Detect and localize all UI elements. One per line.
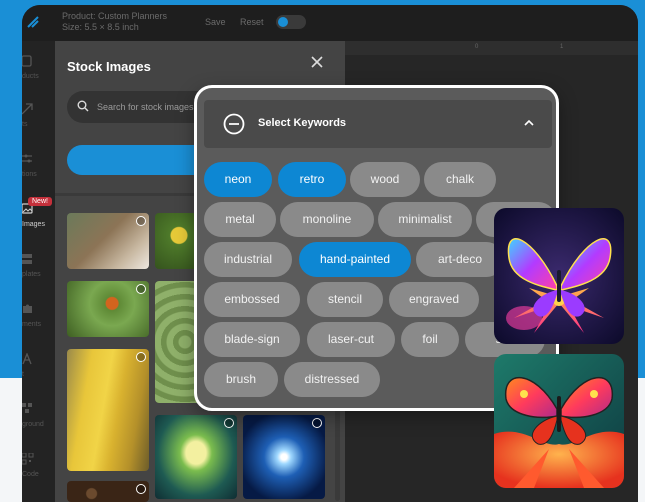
image-thumbnail-coffee-beans[interactable]	[67, 481, 149, 502]
keyword-chip-engraved[interactable]: engraved	[389, 282, 479, 317]
sidebar-item-label: t	[22, 371, 24, 378]
top-bar: Product: Custom Planners Size: 5.5 × 8.5…	[22, 5, 638, 41]
ruler: 0 1	[345, 41, 638, 55]
sidebar-item-label: ducts	[22, 73, 39, 80]
keyword-chip-minimalist[interactable]: minimalist	[378, 202, 472, 237]
sidebar-item-text[interactable]: ts	[22, 103, 55, 143]
save-button[interactable]: Save	[205, 17, 226, 27]
minus-circle-icon[interactable]	[223, 113, 245, 135]
pattern-icon	[22, 403, 32, 413]
keyword-chip-brush[interactable]: brush	[204, 362, 278, 397]
reset-button[interactable]: Reset	[240, 17, 264, 27]
sidebar-item-background[interactable]: ground	[22, 403, 55, 443]
image-thumbnail-squirrel[interactable]	[67, 213, 149, 269]
keyword-chip-embossed[interactable]: embossed	[204, 282, 300, 317]
sidebar-item-label: ments	[22, 321, 42, 328]
qr-code-icon	[22, 453, 34, 465]
letter-a-icon	[22, 353, 32, 365]
sidebar-item-images[interactable]: New! Images	[22, 197, 55, 243]
keyword-chip-distressed[interactable]: distressed	[284, 362, 380, 397]
keyword-chip-industrial[interactable]: industrial	[204, 242, 292, 277]
new-badge: New!	[28, 197, 52, 206]
sidebar-item-label: ground	[22, 421, 44, 428]
ruler-mark: 1	[560, 44, 564, 50]
keyword-chip-wood[interactable]: wood	[350, 162, 420, 197]
product-info: Product: Custom Planners Size: 5.5 × 8.5…	[62, 11, 167, 33]
product-size: Size: 5.5 × 8.5 inch	[62, 22, 139, 32]
search-icon	[77, 100, 89, 112]
keyword-selector-title: Select Keywords	[258, 117, 347, 129]
info-icon[interactable]	[136, 284, 146, 294]
keyword-chip-hand-painted[interactable]: hand-painted	[299, 242, 411, 277]
theme-toggle[interactable]	[276, 15, 306, 29]
keyword-chip-stencil[interactable]: stencil	[307, 282, 383, 317]
sidebar-item-qr-code[interactable]: Code	[22, 453, 55, 493]
chevron-up-icon[interactable]	[522, 116, 536, 130]
sidebar-item-label: Code	[22, 471, 39, 478]
sidebar-item-label: tions	[22, 171, 37, 178]
sidebar-item-label: Images	[22, 221, 45, 228]
keyword-selector-header[interactable]: Select Keywords	[204, 100, 552, 148]
sidebar-item-label: plates	[22, 271, 41, 278]
product-name: Product: Custom Planners	[62, 11, 168, 21]
text-tool-icon	[22, 103, 33, 115]
sidebar-item-products[interactable]: ducts	[22, 55, 55, 95]
sliders-icon	[22, 154, 32, 163]
info-icon[interactable]	[136, 484, 146, 494]
templates-icon	[22, 254, 32, 264]
sidebar-item-options[interactable]: tions	[22, 153, 55, 193]
products-icon	[22, 55, 32, 67]
sidebar-item-label: ts	[22, 121, 28, 128]
image-thumbnail-bananas[interactable]	[67, 349, 149, 471]
info-icon[interactable]	[224, 418, 234, 428]
puzzle-icon	[23, 304, 32, 313]
keyword-chip-monoline[interactable]: monoline	[280, 202, 374, 237]
keyword-chip-chalk[interactable]: chalk	[424, 162, 496, 197]
app-logo-icon	[27, 16, 39, 28]
sidebar-item-templates[interactable]: plates	[22, 253, 55, 293]
sidebar-item-elements[interactable]: ments	[22, 303, 55, 343]
ruler-mark: 0	[475, 44, 479, 50]
sidebar: ducts ts tions New! Images plates ments …	[22, 41, 55, 502]
image-thumbnail-orange-flower[interactable]	[67, 281, 149, 337]
info-icon[interactable]	[136, 216, 146, 226]
keyword-chip-blade-sign[interactable]: blade-sign	[204, 322, 300, 357]
keyword-chip-metal[interactable]: metal	[204, 202, 276, 237]
close-icon	[311, 56, 323, 68]
keyword-chip-art-deco[interactable]: art-deco	[416, 242, 504, 277]
keyword-chip-retro[interactable]: retro	[278, 162, 346, 197]
neon-butterfly-image	[494, 208, 624, 344]
sidebar-item-text-tool[interactable]: t	[22, 353, 55, 393]
panel-title: Stock Images	[67, 59, 151, 74]
keyword-chip-neon[interactable]: neon	[204, 162, 272, 197]
info-icon[interactable]	[312, 418, 322, 428]
keyword-chip-laser-cut[interactable]: laser-cut	[307, 322, 395, 357]
retro-butterfly-image	[494, 354, 624, 488]
info-icon[interactable]	[136, 352, 146, 362]
image-thumbnail-light-burst[interactable]	[243, 415, 325, 499]
close-button[interactable]	[310, 55, 326, 71]
keyword-chip-foil[interactable]: foil	[401, 322, 459, 357]
toggle-knob	[278, 17, 288, 27]
image-thumbnail-glowing-portal[interactable]	[155, 415, 237, 499]
